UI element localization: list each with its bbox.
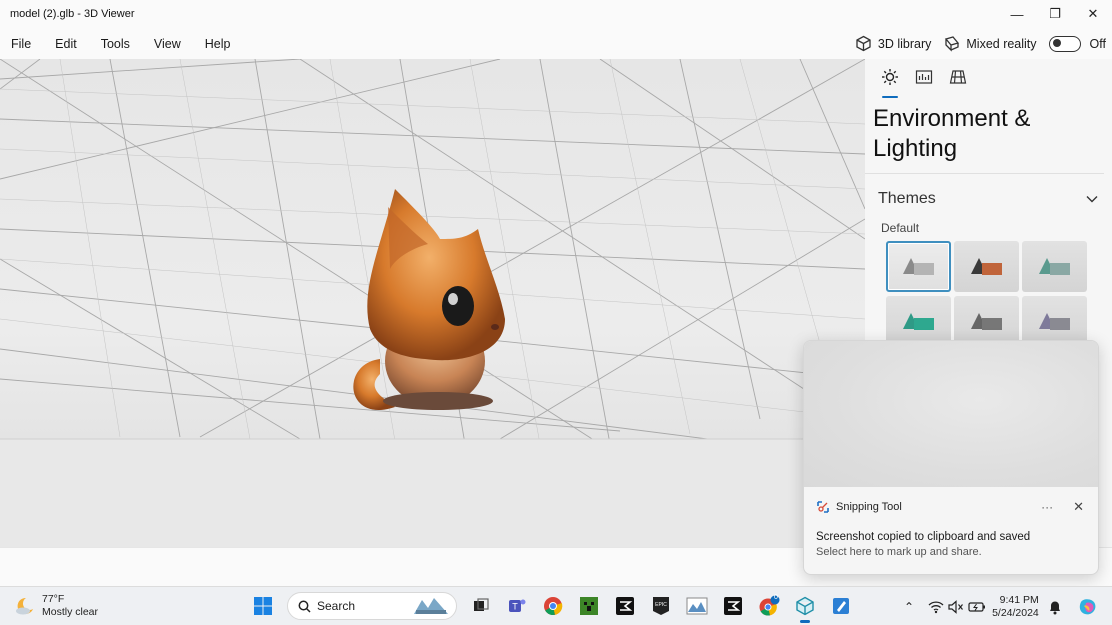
theme-thumbnail-dark-orange[interactable] [954, 241, 1019, 292]
toggle-knob [1052, 39, 1061, 47]
epic-games-button[interactable]: EPIC [643, 588, 679, 624]
chrome-icon [544, 597, 563, 616]
screenshot-preview[interactable] [804, 341, 1098, 487]
sun-icon [882, 69, 898, 85]
theme-preview-shapes [970, 312, 1002, 330]
paint-button[interactable] [823, 588, 859, 624]
mixed-reality-icon [945, 36, 960, 52]
snipping-tool-notification[interactable]: Snipping Tool ··· ✕ Screenshot copied to… [803, 340, 1099, 575]
grid-icon [949, 70, 967, 84]
wifi-icon[interactable] [928, 600, 944, 614]
notification-app-name: Snipping Tool [836, 501, 902, 513]
chrome-badge: 0 [774, 594, 778, 601]
chrome-profile-button[interactable]: 0 [751, 588, 787, 624]
chrome-button[interactable] [535, 588, 571, 624]
theme-preview-shapes [970, 257, 1002, 275]
taskbar-search[interactable]: Search [287, 592, 457, 620]
photos-icon [686, 597, 708, 615]
clock-date: 5/24/2024 [992, 606, 1039, 619]
panel-tabs [865, 59, 1112, 98]
stats-icon [915, 70, 933, 84]
system-tray: ⌃ 9:41 PM 5/24/2024 [904, 587, 1099, 625]
teams-button[interactable]: T [499, 588, 535, 624]
more-options-button[interactable]: ··· [1041, 500, 1053, 514]
capcut-button-2[interactable] [715, 588, 751, 624]
mixed-reality-toggle[interactable] [1048, 35, 1081, 52]
snipping-tool-icon [817, 501, 829, 513]
task-view-button[interactable] [463, 588, 499, 624]
paint-icon [833, 598, 849, 614]
theme-preview-shapes [1038, 257, 1070, 275]
weather-temperature: 77°F [42, 593, 65, 605]
weather-condition: Mostly clear [42, 606, 99, 618]
battery-icon[interactable] [968, 600, 986, 614]
minecraft-button[interactable] [571, 588, 607, 624]
mixed-reality-button[interactable]: Mixed reality [943, 35, 1037, 52]
theme-preview-shapes [1038, 312, 1070, 330]
svg-text:EPIC: EPIC [655, 602, 667, 608]
cat-model[interactable] [340, 179, 515, 414]
notification-close-button[interactable]: ✕ [1073, 499, 1084, 515]
mixed-reality-label: Mixed reality [966, 36, 1037, 51]
teams-icon: T [509, 599, 526, 612]
search-icon [298, 600, 311, 613]
notification-header: Snipping Tool ··· ✕ [804, 487, 1098, 515]
moon-cloud-icon [16, 597, 33, 615]
default-themes-label: Default [881, 221, 920, 235]
minimize-button[interactable]: — [998, 0, 1036, 28]
start-button[interactable] [245, 588, 281, 624]
theme-thumbnail-default-gray[interactable] [886, 241, 951, 292]
theme-preview-shapes [902, 257, 934, 275]
menu-tools[interactable]: Tools [90, 37, 143, 51]
toggle-state-label: Off [1089, 36, 1106, 51]
panel-title: Environment & Lighting [873, 105, 1031, 162]
3d-library-button[interactable]: 3D library [855, 35, 932, 52]
search-highlight-icon [414, 598, 448, 614]
svg-text:T: T [512, 602, 518, 612]
3d-viewport[interactable] [0, 59, 865, 547]
taskbar-clock[interactable]: 9:41 PM 5/24/2024 [992, 594, 1039, 620]
chevron-down-icon [1086, 196, 1098, 203]
3d-library-label: 3D library [877, 36, 932, 51]
themes-label: Themes [878, 190, 936, 207]
minecraft-icon [580, 597, 598, 615]
capcut-button[interactable] [607, 588, 643, 624]
notification-submessage: Select here to mark up and share. [816, 546, 982, 558]
3d-viewer-icon [796, 596, 814, 616]
clock-time: 9:41 PM [999, 593, 1039, 606]
window-title: model (2).glb - 3D Viewer [10, 8, 135, 20]
tab-stats[interactable] [907, 68, 941, 98]
tab-environment[interactable] [873, 68, 907, 98]
3d-viewer-button[interactable] [787, 588, 823, 624]
taskbar: 77°F Mostly clear Search T EPIC 0 ⌃ 9:41… [0, 586, 1112, 625]
theme-preview-shapes [902, 312, 934, 330]
volume-muted-icon[interactable] [948, 599, 964, 614]
capcut-icon [724, 597, 742, 615]
photos-button[interactable] [679, 588, 715, 624]
weather-widget[interactable]: 77°F Mostly clear [0, 593, 240, 619]
close-button[interactable]: ✕ [1074, 0, 1112, 28]
notification-message: Screenshot copied to clipboard and saved [816, 531, 1031, 543]
themes-expander[interactable]: Themes [865, 174, 1112, 208]
menu-file[interactable]: File [0, 37, 44, 51]
themes-grid [865, 235, 1112, 347]
menu-view[interactable]: View [143, 37, 194, 51]
epic-games-icon: EPIC [653, 597, 669, 615]
menu-bar: File Edit Tools View Help 3D library Mix… [0, 28, 1112, 59]
title-bar: model (2).glb - 3D Viewer — ❐ ✕ [0, 0, 1112, 28]
task-view-icon [474, 598, 489, 611]
tray-overflow-button[interactable]: ⌃ [904, 600, 914, 614]
notification-bell-icon[interactable] [1047, 599, 1063, 615]
theme-thumbnail-teal-gray[interactable] [1022, 241, 1087, 292]
menu-edit[interactable]: Edit [44, 37, 90, 51]
search-placeholder: Search [317, 599, 356, 613]
cube-icon [856, 35, 871, 52]
restore-button[interactable]: ❐ [1036, 0, 1074, 28]
capcut-icon [616, 597, 634, 615]
windows-icon [254, 597, 272, 615]
copilot-icon[interactable] [1077, 596, 1099, 618]
tab-grid[interactable] [941, 68, 975, 98]
menu-help[interactable]: Help [194, 37, 244, 51]
